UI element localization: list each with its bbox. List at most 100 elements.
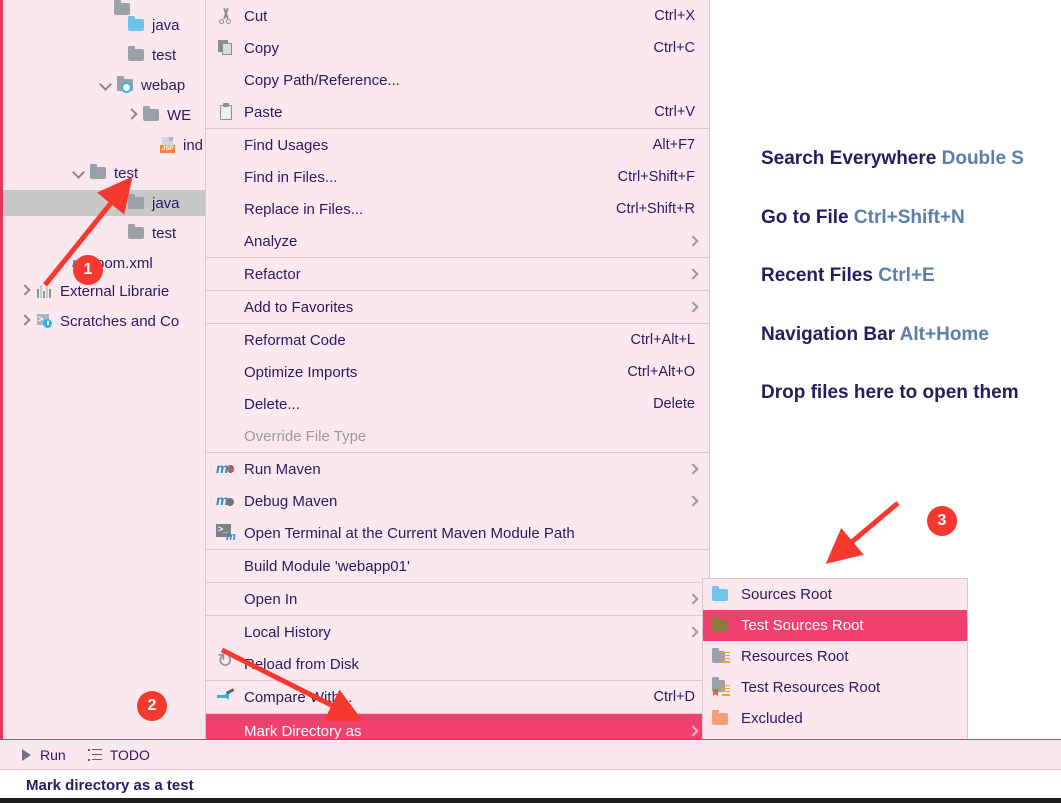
submenu-item-label: Excluded	[741, 710, 803, 727]
tree-row-scratches[interactable]: > Scratches and Co	[3, 308, 215, 334]
menu-item-analyze[interactable]: Analyze	[206, 225, 709, 257]
menu-item-delete[interactable]: Delete... Delete	[206, 388, 709, 420]
menu-item-build-module[interactable]: Build Module 'webapp01'	[206, 550, 709, 582]
annotation-badge-number: 2	[147, 697, 157, 714]
tree-row-test-root[interactable]: test	[3, 160, 215, 186]
tool-window-button-run[interactable]: Run	[22, 747, 66, 763]
tree-label: java	[152, 16, 180, 34]
hint-action-2: Recent Files	[761, 265, 873, 286]
folder-gray-icon	[89, 164, 108, 181]
submenu-item-excluded[interactable]: Excluded	[703, 703, 967, 734]
menu-item-find-usages[interactable]: Find Usages Alt+F7	[206, 129, 709, 161]
menu-item-label: Copy Path/Reference...	[244, 71, 400, 89]
jsp-file-icon: JSP	[158, 137, 177, 153]
menu-item-compare-with[interactable]: Compare With... Ctrl+D	[206, 681, 709, 713]
menu-item-open-in[interactable]: Open In	[206, 583, 709, 615]
todo-icon	[87, 748, 102, 761]
tree-label: WE	[167, 106, 192, 124]
submenu-item-test-sources-root[interactable]: Test Sources Root	[703, 610, 967, 641]
chevron-right-icon[interactable]	[17, 283, 33, 299]
menu-item-debug-maven[interactable]: m Debug Maven	[206, 485, 709, 517]
submenu-item-resources-root[interactable]: Resources Root	[703, 641, 967, 672]
ide-screenshot: Search Everywhere Double S Go to File Ct…	[0, 0, 1061, 803]
menu-item-add-to-favorites[interactable]: Add to Favorites	[206, 291, 709, 323]
submenu-item-label: Sources Root	[741, 586, 832, 603]
submenu-item-sources-root[interactable]: Sources Root	[703, 579, 967, 610]
no-icon	[215, 297, 239, 317]
folder-gray-icon	[127, 194, 146, 211]
hint-action-1: Go to File	[761, 207, 849, 228]
menu-item-label: Compare With...	[244, 688, 353, 706]
menu-item-run-maven[interactable]: m Run Maven	[206, 453, 709, 485]
no-icon	[215, 199, 239, 219]
menu-item-open-terminal-maven[interactable]: >_ m Open Terminal at the Current Maven M…	[206, 517, 709, 549]
hint-row-1: Go to File Ctrl+Shift+N	[761, 207, 965, 229]
tree-row-web-inf[interactable]: WE	[3, 102, 215, 128]
tree-row-index-jsp[interactable]: JSP ind	[3, 132, 215, 158]
menu-item-accelerator: Ctrl+X	[654, 8, 695, 24]
menu-item-copy-path-reference[interactable]: Copy Path/Reference...	[206, 64, 709, 96]
submenu-item-test-resources-root[interactable]: Test Resources Root	[703, 672, 967, 703]
hint-row-4: Drop files here to open them	[761, 382, 1019, 404]
annotation-badge-number: 1	[83, 261, 93, 278]
menu-item-label: Find Usages	[244, 136, 329, 154]
menu-item-reload-from-disk[interactable]: Reload from Disk	[206, 648, 709, 680]
tree-row-test-java-selected[interactable]: java	[3, 190, 215, 216]
maven-run-icon: m	[215, 459, 239, 479]
tree-row-webapp[interactable]: webap	[3, 72, 215, 98]
status-bar: Mark directory as a test	[0, 770, 1061, 800]
libraries-icon	[35, 283, 54, 299]
compare-icon	[215, 687, 239, 707]
menu-item-label: Build Module 'webapp01'	[244, 557, 410, 575]
chevron-down-icon[interactable]	[71, 165, 87, 181]
menu-item-cut[interactable]: Cut Ctrl+X	[206, 0, 709, 32]
no-icon	[215, 394, 239, 414]
window-bottom-edge	[0, 798, 1061, 803]
menu-item-label: Paste	[244, 103, 283, 121]
menu-item-paste[interactable]: Paste Ctrl+V	[206, 96, 709, 128]
menu-item-label: Analyze	[244, 232, 298, 250]
project-tool-window: java test webap WE JSP ind test java tes…	[0, 0, 215, 739]
chevron-right-icon	[687, 268, 699, 280]
chevron-right-icon[interactable]	[124, 107, 140, 123]
menu-item-find-in-files[interactable]: Find in Files... Ctrl+Shift+F	[206, 161, 709, 193]
hint-action-3: Navigation Bar	[761, 324, 896, 345]
chevron-right-icon	[687, 725, 699, 737]
no-icon	[215, 70, 239, 90]
tree-label: test	[152, 224, 177, 242]
folder-orange-icon	[711, 709, 733, 728]
chevron-down-icon[interactable]	[98, 77, 114, 93]
menu-item-replace-in-files[interactable]: Replace in Files... Ctrl+Shift+R	[206, 193, 709, 225]
chevron-right-icon	[687, 593, 699, 605]
tree-row-external-libraries[interactable]: External Librarie	[3, 278, 215, 304]
menu-item-reformat-code[interactable]: Reformat Code Ctrl+Alt+L	[206, 324, 709, 356]
menu-item-label: Copy	[244, 39, 280, 57]
no-icon	[215, 135, 239, 155]
tool-window-bar: Run TODO	[0, 739, 1061, 770]
menu-item-label: Local History	[244, 623, 331, 641]
folder-gray-icon	[127, 46, 146, 63]
menu-item-accelerator: Ctrl+Shift+R	[616, 201, 695, 217]
chevron-right-icon[interactable]	[17, 313, 33, 329]
folder-olive-icon	[711, 616, 733, 635]
tree-row-pom-xml[interactable]: m pom.xml	[3, 250, 215, 276]
paste-icon	[215, 102, 239, 122]
tree-row-test-main[interactable]: test	[3, 42, 215, 68]
annotation-badge-1: 1	[73, 255, 103, 285]
tool-window-button-todo[interactable]: TODO	[87, 747, 150, 763]
menu-item-copy[interactable]: Copy Ctrl+C	[206, 32, 709, 64]
menu-item-accelerator: Ctrl+V	[654, 104, 695, 120]
menu-item-optimize-imports[interactable]: Optimize Imports Ctrl+Alt+O	[206, 356, 709, 388]
tree-row-java-main[interactable]: java	[3, 12, 215, 38]
no-icon	[215, 721, 239, 741]
menu-item-label: Open Terminal at the Current Maven Modul…	[244, 524, 575, 542]
tree-label: pom.xml	[96, 254, 153, 272]
menu-item-refactor[interactable]: Refactor	[206, 258, 709, 290]
webapp-folder-icon	[116, 76, 135, 93]
annotation-badge-3: 3	[927, 506, 957, 536]
menu-item-label: Optimize Imports	[244, 363, 358, 381]
tree-row-test-test[interactable]: test	[3, 220, 215, 246]
menu-item-local-history[interactable]: Local History	[206, 616, 709, 648]
menu-item-label: Cut	[244, 7, 268, 25]
chevron-right-icon	[687, 495, 699, 507]
